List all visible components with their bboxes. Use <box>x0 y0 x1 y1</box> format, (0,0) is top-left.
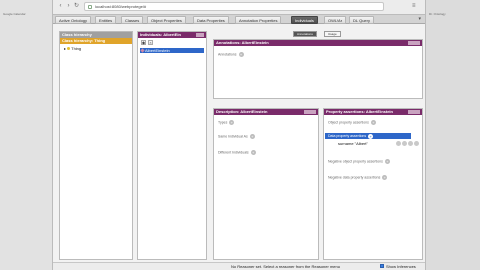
tab-annotation-properties[interactable]: Annotation Properties <box>235 16 282 24</box>
address-bar[interactable]: localhost:8080/webprotege/# <box>84 2 384 11</box>
forward-icon[interactable]: › <box>65 3 72 10</box>
annotations-panel: Annotations: AlbertEinstein Annotations + <box>213 39 423 99</box>
negative-data-property-row: Negative data property assertions + <box>328 175 388 180</box>
add-negative-object-property-icon[interactable]: + <box>384 159 390 164</box>
chevron-down-icon[interactable]: ▾ <box>418 16 421 22</box>
show-inferences-label: Show Inferences <box>386 264 416 269</box>
data-property-assertions-row[interactable]: Data property assertions + <box>325 133 411 139</box>
assertion-text: surname "Albert" <box>338 141 368 146</box>
address-url: localhost:8080/webprotege/# <box>95 4 147 9</box>
background-window-left: Google Calendar <box>0 0 52 270</box>
assertion-actions <box>395 141 419 147</box>
tree-item-label: Thing <box>71 46 82 51</box>
annotations-header: Annotations: AlbertEinstein <box>214 40 422 46</box>
class-hierarchy-subheader: Class hierarchy: Thing <box>60 38 132 44</box>
add-same-individual-icon[interactable]: + <box>249 134 255 139</box>
panel-options-icon[interactable] <box>304 110 316 114</box>
background-window-right-title: Dr. Ontology <box>429 12 446 16</box>
add-annotation-icon[interactable]: + <box>238 52 244 57</box>
same-individual-row: Same Individual As + <box>218 134 255 139</box>
property-assertions-panel: Property assertions: AlbertEinstein Obje… <box>323 108 423 260</box>
add-negative-data-property-icon[interactable]: + <box>382 175 388 180</box>
annotations-toggle[interactable]: Annotations <box>293 31 317 37</box>
background-window-right: Dr. Ontology <box>426 0 480 270</box>
add-individual-icon[interactable]: ◆ <box>141 40 146 45</box>
panel-options-icon[interactable] <box>196 33 204 37</box>
tab-classes[interactable]: Classes <box>121 16 144 24</box>
status-bar: No Reasoner set. Select a reasoner from … <box>53 262 425 270</box>
different-individuals-row: Different Individuals + <box>218 150 256 155</box>
background-window-left-title: Google Calendar <box>3 12 26 16</box>
panel-options-icon[interactable] <box>408 110 420 114</box>
types-label: Types <box>218 120 228 125</box>
delete-icon[interactable] <box>408 141 413 146</box>
annotations-row: Annotations + <box>218 52 244 57</box>
show-inferences-checkbox[interactable] <box>380 264 384 268</box>
info-icon[interactable] <box>396 141 401 146</box>
lock-icon <box>88 5 92 9</box>
tab-individuals[interactable]: Individuals <box>291 16 318 24</box>
individual-albert-einstein[interactable]: AlbertEinstein <box>140 48 204 53</box>
individual-label: AlbertEinstein <box>145 48 170 53</box>
assertion-row[interactable]: surname "Albert" <box>338 141 422 147</box>
tab-data-properties[interactable]: Data Properties <box>193 16 229 24</box>
class-hierarchy-panel: Class hierarchy Class hierarchy: Thing ▸… <box>59 31 133 260</box>
protege-workspace: Class hierarchy Class hierarchy: Thing ▸… <box>53 24 425 262</box>
edit-icon[interactable] <box>414 141 419 146</box>
annotate-icon[interactable] <box>402 141 407 146</box>
back-icon[interactable]: ‹ <box>57 3 64 10</box>
description-header: Description: AlbertEinstein <box>214 109 318 115</box>
delete-individual-icon[interactable]: × <box>148 40 153 45</box>
browser-toolbar: ‹ › ↻ localhost:8080/webprotege/# ≡ <box>53 0 425 14</box>
data-property-assertions-label: Data property assertions <box>328 134 367 138</box>
individual-icon <box>140 48 145 53</box>
add-data-property-icon[interactable]: + <box>368 133 374 139</box>
different-individuals-label: Different Individuals <box>218 150 249 155</box>
class-icon <box>67 47 71 51</box>
individuals-panel: Individuals: AlbertEin ◆ × AlbertEinstei… <box>137 31 207 260</box>
annotations-label: Annotations <box>218 52 237 57</box>
tab-entities[interactable]: Entities <box>95 16 117 24</box>
add-object-property-icon[interactable]: + <box>370 120 376 125</box>
negative-object-property-label: Negative object property assertions <box>328 159 383 164</box>
add-different-individual-icon[interactable]: + <box>250 150 256 155</box>
object-property-assertions-row: Object property assertions + <box>328 120 376 125</box>
reload-icon[interactable]: ↻ <box>73 3 80 10</box>
tab-dl-query[interactable]: DL Query <box>349 16 374 24</box>
panel-options-icon[interactable] <box>408 41 420 45</box>
tab-active-ontology[interactable]: Active Ontology <box>55 16 92 24</box>
negative-object-property-row: Negative object property assertions + <box>328 159 390 164</box>
negative-data-property-label: Negative data property assertions <box>328 175 381 180</box>
tree-item-thing[interactable]: ▸ Thing <box>64 46 81 51</box>
tab-object-properties[interactable]: Object Properties <box>147 16 186 24</box>
same-individual-label: Same Individual As <box>218 134 248 139</box>
types-row: Types + <box>218 120 235 125</box>
object-property-assertions-label: Object property assertions <box>328 120 369 125</box>
add-type-icon[interactable]: + <box>229 120 235 125</box>
reasoner-status-message: No Reasoner set. Select a reasoner from … <box>231 264 340 269</box>
tab-owlviz[interactable]: OWLViz <box>324 16 347 24</box>
tab-bar: Active Ontology Entities Classes Object … <box>53 14 425 24</box>
usage-toggle[interactable]: Usage <box>324 31 341 37</box>
hamburger-icon[interactable]: ≡ <box>412 3 419 10</box>
browser-window: ‹ › ↻ localhost:8080/webprotege/# ≡ Acti… <box>52 0 426 270</box>
description-panel: Description: AlbertEinstein Types + Same … <box>213 108 319 260</box>
